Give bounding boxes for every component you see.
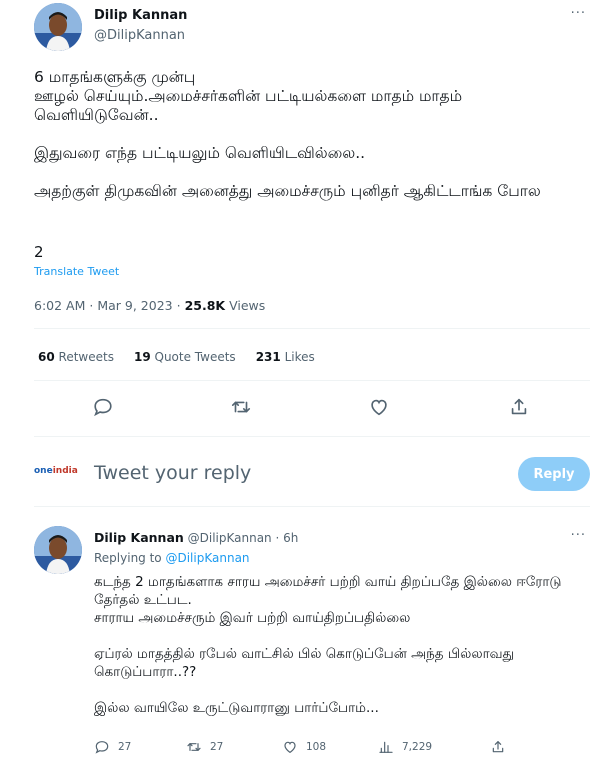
- logo-text: india: [52, 466, 78, 476]
- reply-author-name[interactable]: Dilip Kannan: [94, 530, 184, 545]
- reply-time-ago[interactable]: 6h: [283, 531, 298, 545]
- views-label: Views: [229, 298, 266, 313]
- reply-input[interactable]: Tweet your reply: [94, 462, 251, 484]
- translate-tweet-link[interactable]: Translate Tweet: [34, 265, 119, 278]
- divider: [34, 380, 590, 381]
- author-handle[interactable]: @DilipKannan: [94, 28, 185, 43]
- tweet-count-line: 2: [34, 243, 44, 261]
- reply-action-bar: 27 27 108 7,229: [94, 739, 514, 759]
- reply-share-button[interactable]: [490, 739, 506, 755]
- quotes-count: 19: [133, 350, 151, 364]
- engagement-stats: 60 Retweets 19 Quote Tweets 231 Likes: [38, 350, 315, 364]
- reply-likes-count: 108: [306, 741, 327, 753]
- tweet-timestamp[interactable]: 6:02 AM · Mar 9, 2023 · 25.8K Views: [34, 298, 265, 313]
- reply-paragraph: இல்ல வாயிலே உருட்டுவாரானு பார்ப்போம்...: [94, 700, 379, 716]
- like-icon: [284, 741, 296, 754]
- reply-views-count: 7,229: [402, 741, 433, 753]
- reply-author-avatar[interactable]: [34, 526, 82, 574]
- retweet-icon: [187, 743, 201, 751]
- logo-text: one: [34, 466, 53, 476]
- reply-retweet-button[interactable]: 27: [186, 739, 223, 755]
- retweet-icon[interactable]: [230, 396, 252, 418]
- divider: [34, 328, 590, 329]
- reply-like-button[interactable]: 108: [282, 739, 326, 755]
- meta-separator: ·: [89, 298, 94, 313]
- reply-icon: [95, 741, 109, 754]
- likes-stat[interactable]: 231 Likes: [256, 350, 315, 364]
- quotes-label: Quote Tweets: [154, 350, 236, 364]
- divider: [34, 436, 590, 437]
- retweets-label: Retweets: [58, 350, 114, 364]
- tweet-paragraph: இதுவரை எந்த பட்டியலும் வெளியிடவில்லை..: [34, 144, 366, 162]
- more-options-icon[interactable]: ···: [571, 6, 586, 21]
- share-icon: [492, 741, 504, 753]
- tweet-time: 6:02 AM: [34, 298, 86, 313]
- tweet-date: Mar 9, 2023: [97, 298, 173, 313]
- reply-paragraph: கடந்த 2 மாதங்களாக சாரய அமைச்சர் பற்றி வா…: [94, 574, 562, 626]
- tweet-text: 6 மாதங்களுக்கு முன்பு ஊழல் செய்யும்.அமைச…: [34, 68, 590, 201]
- reply-reply-button[interactable]: 27: [94, 739, 131, 755]
- replying-to: Replying to @DilipKannan: [94, 551, 250, 565]
- reply-more-options-icon[interactable]: ···: [571, 528, 586, 543]
- replying-to-prefix: Replying to: [94, 551, 162, 565]
- retweets-stat[interactable]: 60 Retweets: [38, 350, 114, 364]
- tweet-action-bar: [34, 390, 590, 424]
- views-icon: [379, 741, 393, 753]
- likes-count: 231: [255, 350, 281, 364]
- reply-views-button[interactable]: 7,229: [378, 739, 432, 755]
- author-name[interactable]: Dilip Kannan: [94, 8, 187, 23]
- composer-avatar-logo: oneindia: [34, 460, 82, 482]
- divider: [34, 506, 590, 507]
- views-count: 25.8K: [184, 298, 226, 313]
- reply-composer: oneindia Tweet your reply Reply: [34, 457, 590, 491]
- reply-text: கடந்த 2 மாதங்களாக சாரய அமைச்சர் பற்றி வா…: [94, 573, 594, 717]
- reply-icon[interactable]: [92, 396, 114, 418]
- meta-separator: ·: [275, 531, 280, 545]
- reply-header: Dilip Kannan @DilipKannan · 6h: [94, 530, 298, 545]
- quote-tweets-stat[interactable]: 19 Quote Tweets: [134, 350, 236, 364]
- retweets-count: 60: [38, 350, 55, 364]
- reply-replies-count: 27: [118, 741, 132, 753]
- meta-separator: ·: [176, 298, 181, 313]
- author-avatar[interactable]: [34, 3, 82, 51]
- reply-button[interactable]: Reply: [518, 457, 590, 491]
- tweet-paragraph: 6 மாதங்களுக்கு முன்பு ஊழல் செய்யும்.அமைச…: [34, 68, 463, 124]
- reply-retweets-count: 27: [210, 741, 224, 753]
- like-icon[interactable]: [368, 396, 390, 418]
- reply-author-handle[interactable]: @DilipKannan: [188, 531, 272, 545]
- replying-to-handle[interactable]: @DilipKannan: [165, 551, 249, 565]
- likes-label: Likes: [284, 350, 315, 364]
- share-icon[interactable]: [508, 396, 530, 418]
- tweet-paragraph: அதற்குள் திமுகவின் அனைத்து அமைச்சரும் பு…: [34, 182, 541, 200]
- reply-paragraph: ஏப்ரல் மாதத்தில் ரபேல் வாட்சில் பில் கொட…: [94, 646, 515, 680]
